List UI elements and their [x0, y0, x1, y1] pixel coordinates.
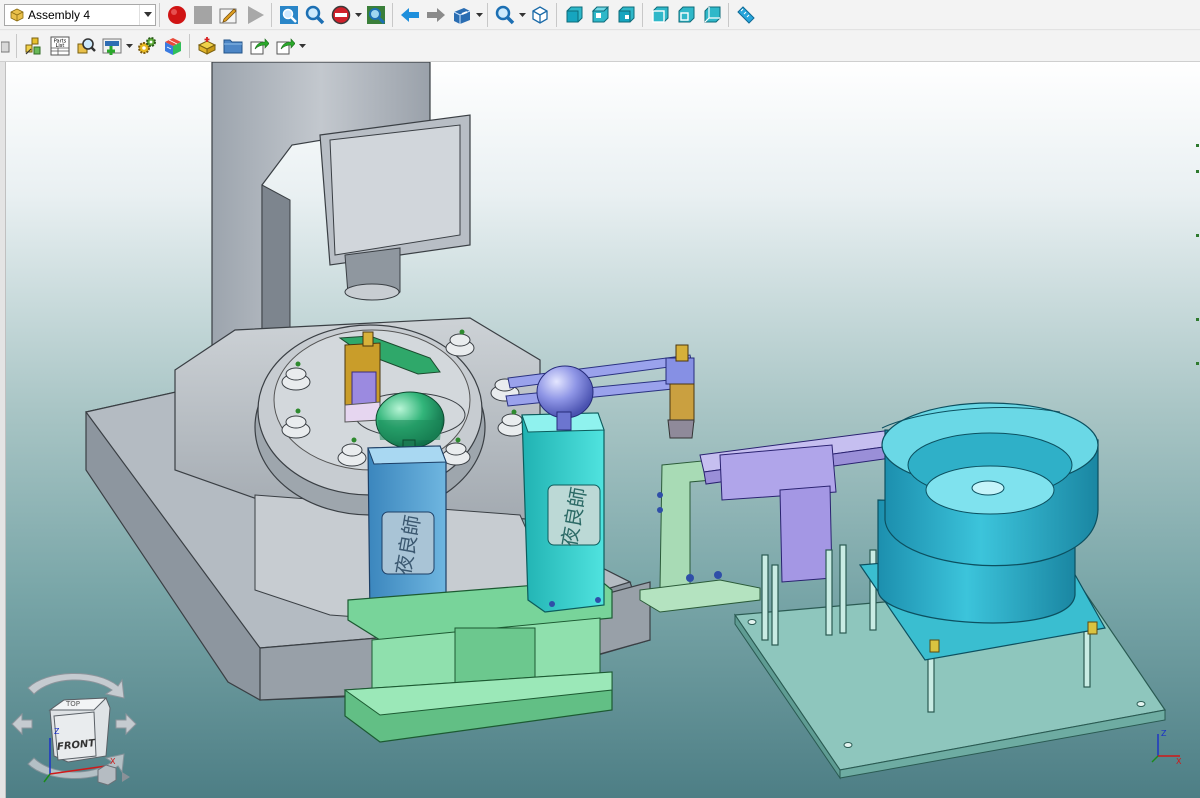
toolbar-separator — [556, 2, 557, 27]
front-view-icon — [566, 6, 583, 22]
triad-x-label: X — [1176, 757, 1182, 766]
actuator-column-cyan[interactable]: 夜良師 — [521, 412, 605, 613]
assembly-icon — [10, 8, 24, 21]
zoom-window-button[interactable] — [277, 3, 301, 27]
toolbar-separator — [16, 34, 17, 58]
back-button[interactable] — [398, 3, 422, 27]
chevron-down-icon[interactable] — [475, 3, 484, 27]
chevron-down-icon[interactable] — [298, 34, 307, 58]
zoom-button[interactable] — [303, 3, 327, 27]
color-cube-button[interactable] — [161, 34, 185, 58]
gears-icon — [138, 37, 156, 54]
explode-button[interactable] — [22, 34, 46, 58]
box-view-icon — [453, 7, 471, 24]
assembly-selector[interactable]: Assembly 4 — [4, 3, 156, 26]
forward-button[interactable] — [424, 3, 448, 27]
record-icon — [168, 5, 186, 24]
zoom-options-button[interactable] — [493, 3, 517, 27]
find-part-icon — [77, 38, 96, 54]
play-icon — [248, 5, 264, 24]
eraser-icon — [1, 41, 10, 53]
right-view-icon — [618, 6, 635, 22]
viewcube-top-label: TOP — [65, 700, 80, 708]
hidden-lines-button[interactable] — [674, 3, 698, 27]
edit-icon — [219, 7, 237, 23]
viewport-right-markers — [1196, 144, 1199, 365]
viewcube-axis-z: Z — [54, 727, 60, 736]
toolbar-separator — [189, 34, 190, 58]
iso-cube-icon — [532, 5, 548, 24]
toolbar-separator — [271, 2, 272, 27]
box-view-button[interactable] — [450, 3, 474, 27]
toolbar-separator — [392, 2, 393, 27]
play-button[interactable] — [243, 3, 267, 27]
measure-ruler-icon — [737, 5, 755, 24]
wireframe-button[interactable] — [648, 3, 672, 27]
top-view-button[interactable] — [588, 3, 612, 27]
record-button[interactable] — [165, 3, 189, 27]
edit-button[interactable] — [217, 3, 241, 27]
measure-button[interactable] — [734, 3, 758, 27]
export-button[interactable] — [247, 34, 271, 58]
hidden-lines-cube-icon — [678, 6, 695, 22]
shaded-cube-icon — [704, 6, 721, 22]
publish-button[interactable] — [273, 34, 297, 58]
model-viewport[interactable]: 夜良師 夜良師 — [0, 62, 1200, 798]
stop-icon — [194, 5, 212, 24]
find-part-button[interactable] — [74, 34, 98, 58]
zoom-fit-button[interactable] — [364, 3, 388, 27]
parts-list-button[interactable]: Parts List — [48, 34, 72, 58]
new-part-icon — [197, 37, 217, 55]
viewcube-axis-x: X — [110, 757, 116, 766]
parts-list-icon: PartsList — [50, 36, 70, 56]
main-toolbar: Assembly 4 — [0, 0, 1200, 30]
right-view-button[interactable] — [614, 3, 638, 27]
zoom-fit-icon — [367, 5, 386, 24]
toolbar-separator — [487, 2, 488, 27]
top-view-icon — [591, 6, 610, 22]
front-view-button[interactable] — [562, 3, 586, 27]
toolbar-separator — [159, 2, 160, 27]
chevron-down-icon[interactable] — [125, 34, 134, 58]
shaded-button[interactable] — [700, 3, 724, 27]
gears-button[interactable] — [135, 34, 159, 58]
insert-component-icon — [102, 38, 122, 55]
chevron-down-icon[interactable] — [518, 3, 527, 27]
export-icon — [250, 38, 269, 55]
toolbar-separator — [642, 2, 643, 27]
toolbar-separator — [728, 2, 729, 27]
no-entry-button[interactable] — [329, 3, 353, 27]
assembly-selector-value: Assembly 4 — [28, 7, 91, 22]
view-cube[interactable]: TOP FRONT Z X — [6, 664, 142, 794]
insert-component-button[interactable] — [100, 34, 124, 58]
axis-triad: Z X — [1151, 729, 1182, 766]
open-folder-icon — [223, 39, 243, 54]
chevron-down-icon[interactable] — [139, 4, 155, 25]
chevron-down-icon[interactable] — [354, 3, 363, 27]
assembly-toolbar: Parts List — [0, 31, 1200, 62]
zoom-icon — [305, 5, 325, 24]
eraser-button[interactable] — [0, 34, 12, 58]
zoom-window-icon — [280, 5, 298, 24]
iso-view-button[interactable] — [528, 3, 552, 27]
explode-icon — [25, 37, 41, 55]
stop-button[interactable] — [191, 3, 215, 27]
assembly-model[interactable]: 夜良師 夜良師 — [0, 62, 1200, 798]
color-cube-icon — [165, 38, 181, 55]
home-view-icon[interactable] — [97, 764, 130, 786]
wireframe-cube-icon — [652, 6, 669, 23]
zoom-options-icon — [495, 5, 515, 24]
triad-z-label: Z — [1161, 729, 1167, 738]
open-folder-button[interactable] — [221, 34, 245, 58]
back-arrow-icon — [401, 7, 419, 22]
new-part-button[interactable] — [195, 34, 219, 58]
svg-text:List: List — [56, 43, 65, 49]
no-entry-icon — [331, 5, 351, 24]
forward-arrow-icon — [427, 7, 445, 22]
publish-icon — [276, 38, 295, 55]
